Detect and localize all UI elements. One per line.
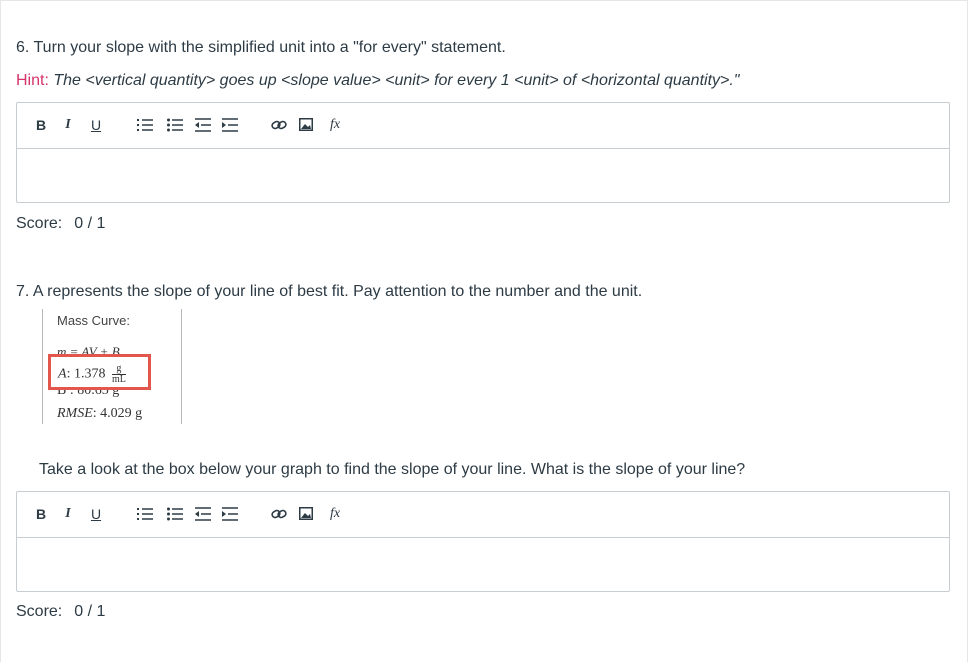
figure-rmse: RMSE: 4.029 g <box>57 406 142 422</box>
outdent-icon[interactable] <box>195 504 211 524</box>
question-6-hint: Hint: The <vertical quantity> goes up <s… <box>16 72 739 90</box>
score-label: Score: <box>16 603 63 620</box>
ordered-list-icon[interactable] <box>137 504 153 524</box>
figure-title: Mass Curve: <box>57 313 130 328</box>
a-unit: g mL <box>111 364 126 385</box>
underline-button[interactable]: U <box>90 115 102 135</box>
a-value: : 1.378 <box>66 366 106 382</box>
question-7-score: Score: 0 / 1 <box>16 603 105 621</box>
editor-toolbar: B I U fx <box>17 103 949 149</box>
outdent-icon[interactable] <box>195 115 211 135</box>
formula-icon[interactable]: fx <box>327 504 343 524</box>
unordered-list-icon[interactable] <box>167 115 183 135</box>
score-value: 0 / 1 <box>74 603 106 620</box>
image-icon[interactable] <box>299 115 313 135</box>
rmse-label: RMSE <box>57 406 93 421</box>
italic-button[interactable]: I <box>62 504 74 524</box>
unordered-list-icon[interactable] <box>167 504 183 524</box>
answer-input[interactable] <box>17 149 949 202</box>
image-icon[interactable] <box>299 504 313 524</box>
question-7-followup: Take a look at the box below your graph … <box>39 461 746 478</box>
link-icon[interactable] <box>271 115 287 135</box>
question-7-editor: B I U fx <box>16 491 950 592</box>
score-label: Score: <box>16 215 63 232</box>
formula-icon[interactable]: fx <box>327 115 343 135</box>
link-icon[interactable] <box>271 504 287 524</box>
bold-button[interactable]: B <box>35 115 47 135</box>
bold-button[interactable]: B <box>35 504 47 524</box>
score-value: 0 / 1 <box>74 215 106 232</box>
answer-input[interactable] <box>17 538 949 591</box>
a-label: A <box>58 366 67 382</box>
figure-a-value: A: 1.378 g mL <box>58 364 126 385</box>
slope-highlight-box: A: 1.378 g mL <box>48 354 151 390</box>
question-7-text: 7. A represents the slope of your line o… <box>16 283 643 300</box>
rmse-value: : 4.029 g <box>92 406 143 421</box>
underline-button[interactable]: U <box>90 504 102 524</box>
hint-label: Hint: <box>16 72 49 89</box>
question-6-text: 6. Turn your slope with the simplified u… <box>16 39 506 56</box>
question-6-score: Score: 0 / 1 <box>16 215 105 233</box>
indent-icon[interactable] <box>222 115 238 135</box>
indent-icon[interactable] <box>222 504 238 524</box>
ordered-list-icon[interactable] <box>137 115 153 135</box>
hint-text: The <vertical quantity> goes up <slope v… <box>53 72 740 89</box>
italic-button[interactable]: I <box>62 115 74 135</box>
question-6-editor: B I U fx <box>16 102 950 203</box>
a-unit-denominator: mL <box>111 374 126 385</box>
editor-toolbar: B I U fx <box>17 492 949 538</box>
